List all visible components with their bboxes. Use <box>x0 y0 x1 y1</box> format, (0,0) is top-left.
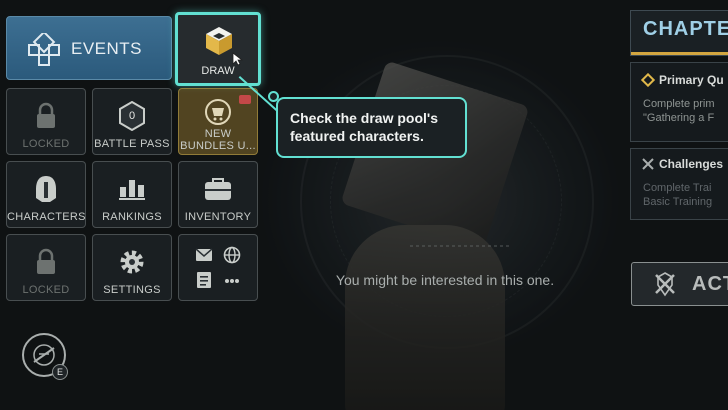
locked-label-1: LOCKED <box>22 138 70 150</box>
emblem-key-hint: E <box>52 364 68 380</box>
primary-quest-line2: "Gathering a F <box>643 112 715 124</box>
challenges-line1: Complete Trai <box>643 182 712 194</box>
action-button[interactable]: ACT <box>631 262 728 306</box>
tooltip-text: Check the draw pool's featured character… <box>290 110 439 144</box>
diamond-quest-icon <box>641 73 655 87</box>
bundles-icon <box>203 97 233 127</box>
globe-icon[interactable] <box>223 246 241 264</box>
misc-tile <box>178 234 258 301</box>
mail-icon[interactable] <box>195 248 213 262</box>
locked-label-2: LOCKED <box>22 284 70 296</box>
battle-pass-level: 0 <box>128 110 136 122</box>
draw-box-icon <box>206 27 232 55</box>
primary-quest-title: Primary Qu <box>659 73 724 87</box>
bundles-label: NEW BUNDLES U... <box>180 128 256 152</box>
act-emblem-icon <box>655 272 675 297</box>
inventory-icon <box>203 174 233 204</box>
lock-icon <box>31 101 61 131</box>
challenges-icon <box>642 158 654 170</box>
notes-icon[interactable] <box>196 271 212 289</box>
battle-pass-button[interactable]: 0 BATTLE PASS <box>92 88 172 155</box>
inventory-label: INVENTORY <box>184 211 252 223</box>
settings-label: SETTINGS <box>103 284 161 296</box>
events-label: EVENTS <box>71 39 143 58</box>
primary-quest-line1: Complete prim <box>643 98 715 110</box>
challenges-title: Challenges <box>659 157 724 171</box>
challenges-panel[interactable]: Challenges Complete Trai Basic Training <box>630 148 728 220</box>
draw-tooltip: Check the draw pool's featured character… <box>276 97 467 158</box>
bundles-button[interactable]: NEW BUNDLES U... <box>178 88 258 155</box>
draw-button[interactable]: DRAW <box>175 12 261 86</box>
chapter-accent-bar <box>631 52 728 55</box>
events-icon <box>28 33 60 66</box>
characters-helmet-icon <box>31 174 61 204</box>
battle-pass-icon: 0 <box>117 101 147 131</box>
challenges-line2: Basic Training <box>643 196 713 208</box>
chapter-label: CHAPTE <box>643 18 728 40</box>
action-label: ACT <box>692 273 728 295</box>
notification-badge <box>239 95 251 104</box>
chapter-header[interactable]: CHAPTE <box>630 10 728 56</box>
rankings-icon <box>117 174 147 204</box>
recommendation-message: You might be interested in this one. <box>335 272 555 288</box>
characters-button[interactable]: CHARACTERS <box>6 161 86 228</box>
locked-tile-2[interactable]: LOCKED <box>6 234 86 301</box>
inventory-button[interactable]: INVENTORY <box>178 161 258 228</box>
lock-icon <box>31 247 61 277</box>
battle-pass-label: BATTLE PASS <box>94 138 170 150</box>
mouse-cursor-icon <box>232 52 244 66</box>
events-button[interactable]: EVENTS <box>6 16 172 80</box>
settings-button[interactable]: SETTINGS <box>92 234 172 301</box>
draw-label: DRAW <box>201 65 235 77</box>
locked-tile-1[interactable]: LOCKED <box>6 88 86 155</box>
rankings-label: RANKINGS <box>102 211 162 223</box>
rankings-button[interactable]: RANKINGS <box>92 161 172 228</box>
more-icon[interactable] <box>224 278 240 284</box>
primary-quest-panel[interactable]: Primary Qu Complete prim "Gathering a F <box>630 62 728 142</box>
gear-icon <box>117 247 147 277</box>
characters-label: CHARACTERS <box>7 211 85 223</box>
